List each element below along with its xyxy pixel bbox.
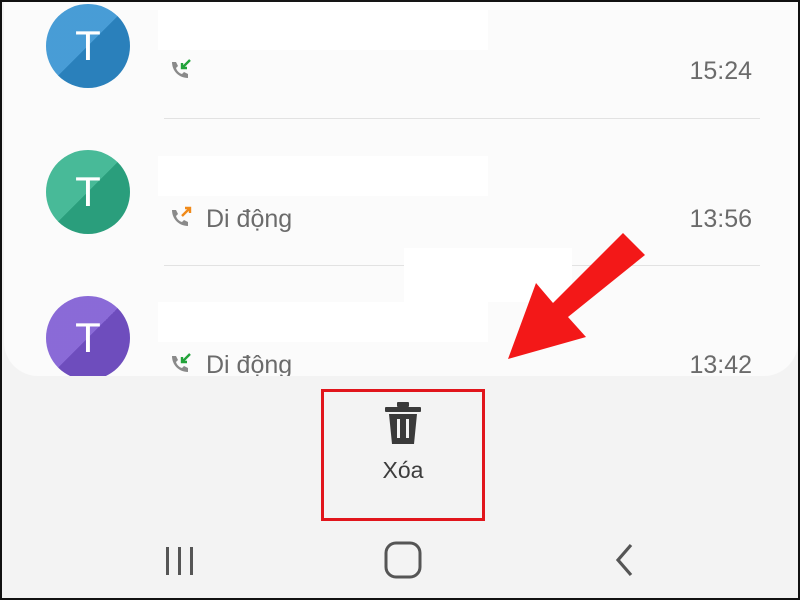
delete-label: Xóa bbox=[382, 457, 424, 483]
contact-avatar[interactable]: T bbox=[46, 150, 130, 234]
contact-name-redacted bbox=[158, 302, 488, 342]
contact-name-redacted bbox=[158, 10, 488, 50]
phone-screen: T 15:24 T Di động 13:56 T Di động 13:42 … bbox=[0, 0, 800, 600]
trash-icon bbox=[385, 402, 421, 444]
contact-name-redacted bbox=[158, 156, 488, 196]
navigation-bar bbox=[2, 522, 798, 598]
call-time: 15:24 bbox=[689, 57, 752, 85]
call-type-label: Di động bbox=[206, 351, 293, 376]
call-type-label: Di động bbox=[206, 205, 293, 233]
contact-avatar[interactable]: T bbox=[46, 4, 130, 88]
avatar-initial: T bbox=[75, 314, 101, 361]
delete-button[interactable]: Xóa bbox=[321, 389, 485, 521]
call-time: 13:42 bbox=[689, 351, 752, 376]
call-log-item[interactable]: T 15:24 bbox=[4, 2, 798, 118]
incoming-call-icon bbox=[172, 59, 191, 78]
call-log-list: T 15:24 T Di động 13:56 T Di động 13:42 bbox=[4, 2, 798, 376]
avatar-initial: T bbox=[75, 168, 101, 215]
call-log-item[interactable]: T Di động 13:42 bbox=[4, 264, 798, 376]
incoming-call-icon bbox=[172, 353, 191, 372]
back-icon[interactable] bbox=[600, 535, 650, 585]
recents-icon[interactable] bbox=[154, 535, 204, 585]
red-arrow-annotation bbox=[508, 233, 645, 359]
home-icon[interactable] bbox=[378, 535, 428, 585]
call-time: 13:56 bbox=[689, 205, 752, 233]
outgoing-call-icon bbox=[172, 206, 192, 226]
call-log-item[interactable]: T Di động 13:56 bbox=[4, 118, 798, 264]
contact-avatar[interactable]: T bbox=[46, 296, 130, 376]
avatar-initial: T bbox=[75, 22, 101, 69]
